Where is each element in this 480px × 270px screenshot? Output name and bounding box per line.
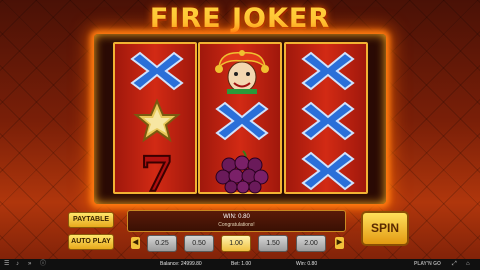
star-icon: [122, 97, 192, 145]
info-icon[interactable]: ⓘ: [40, 259, 46, 270]
bet-option[interactable]: 0.25: [147, 235, 177, 252]
bet-increase-button[interactable]: ▶: [335, 237, 344, 249]
bet-display: Bet: 1.00: [231, 261, 252, 267]
bet-option[interactable]: 0.50: [184, 235, 214, 252]
congrats-text: Congratulations!: [218, 222, 255, 228]
fullscreen-icon[interactable]: ⤢: [452, 259, 457, 270]
reel-2: [198, 42, 282, 194]
seven-icon: 7: [122, 146, 192, 204]
x-icon: [293, 97, 363, 145]
x-icon: [293, 147, 363, 195]
paytable-button[interactable]: PAYTABLE: [68, 212, 114, 228]
win-display: Win: 0.80: [296, 261, 318, 267]
sound-icon[interactable]: ♪: [16, 259, 19, 270]
x-icon: [207, 97, 277, 145]
balance-display: Balance: 24999.80: [160, 261, 202, 267]
provider-logo: PLAY'N GO: [414, 261, 441, 267]
reel-1: 7: [113, 42, 197, 204]
grapes-icon: [207, 147, 277, 195]
win-amount: WIN: 0.80: [223, 214, 250, 220]
reel-3: [284, 42, 368, 194]
fast-play-icon[interactable]: »: [28, 259, 31, 270]
home-icon[interactable]: ⌂: [466, 259, 470, 270]
joker-icon: [207, 47, 277, 95]
game-title: FIRE JOKER: [149, 3, 331, 34]
x-icon: [122, 47, 192, 95]
spin-button[interactable]: SPIN: [361, 211, 409, 246]
menu-icon[interactable]: ☰: [4, 259, 9, 270]
bet-decrease-button[interactable]: ◀: [131, 237, 140, 249]
bet-option-selected[interactable]: 1.00: [221, 235, 251, 252]
x-icon: [293, 47, 363, 95]
autoplay-button[interactable]: AUTO PLAY: [68, 234, 114, 250]
bet-option[interactable]: 1.50: [258, 235, 288, 252]
seven-label: 7: [140, 147, 173, 195]
status-bar: ☰ ♪ » ⓘ Balance: 24999.80 Bet: 1.00 Win:…: [0, 259, 480, 270]
win-message-bar: WIN: 0.80 Congratulations!: [127, 210, 346, 232]
bet-option[interactable]: 2.00: [296, 235, 326, 252]
